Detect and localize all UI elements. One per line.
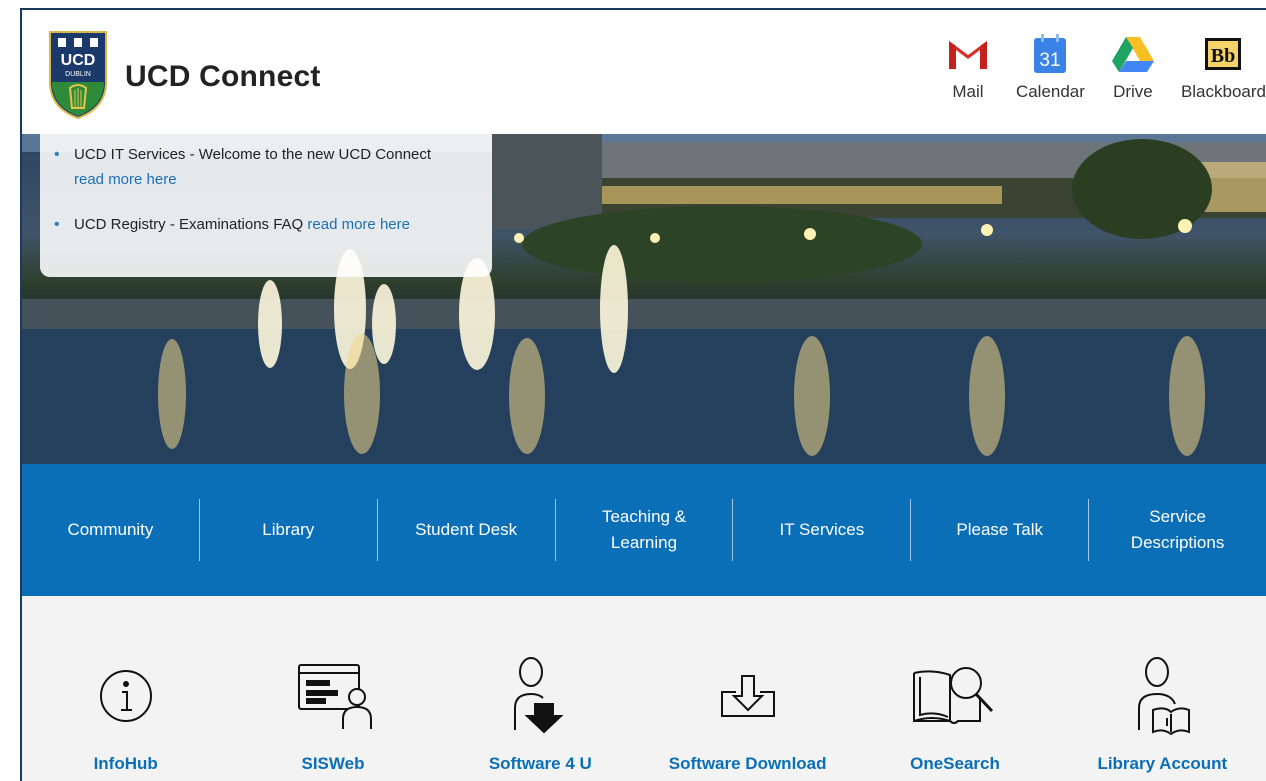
drive-app-link[interactable]: Drive	[1111, 32, 1155, 102]
quick-link-infohub[interactable]: InfoHub	[22, 596, 229, 781]
blackboard-icon: Bb	[1201, 32, 1245, 76]
news-item-text: UCD IT Services - Welcome to the new UCD…	[74, 146, 432, 163]
quick-links: InfoHub SISWeb Software 4 U Software Dow…	[22, 596, 1266, 781]
calendar-label: Calendar	[1015, 82, 1085, 101]
calendar-icon: 31	[1028, 32, 1072, 76]
site-title: UCD Connect	[125, 60, 321, 93]
quick-link-software-download[interactable]: Software Download	[644, 596, 851, 781]
quick-link-label: InfoHub	[93, 754, 158, 773]
book-search-icon	[910, 656, 1000, 736]
info-icon	[81, 656, 171, 736]
quick-link-software-4-u[interactable]: Software 4 U	[437, 596, 644, 781]
news-item: UCD IT Services - Welcome to the new UCD…	[54, 142, 474, 192]
blackboard-badge: Bb	[1211, 45, 1235, 67]
news-list: UCD IT Services - Welcome to the new UCD…	[54, 142, 474, 237]
site-header: UCD DUBLIN UCD Connect Mail 31 Calendar …	[22, 10, 1266, 134]
nav-student-desk[interactable]: Student Desk	[378, 499, 556, 561]
calendar-app-link[interactable]: 31 Calendar	[1016, 32, 1085, 102]
nav-service-descriptions[interactable]: Service Descriptions	[1089, 499, 1266, 561]
news-item: UCD Registry - Examinations FAQ read mor…	[54, 212, 474, 237]
quick-link-label: Software Download	[668, 754, 827, 773]
quick-link-sisweb[interactable]: SISWeb	[229, 596, 436, 781]
nav-library[interactable]: Library	[200, 499, 378, 561]
quick-link-label: OneSearch	[910, 754, 1000, 773]
app-launcher: Mail 31 Calendar Drive Bb Blackboard	[920, 32, 1266, 102]
quick-link-label: SISWeb	[301, 754, 365, 773]
drive-icon	[1111, 32, 1155, 76]
sisweb-icon	[288, 656, 378, 736]
mail-label: Mail	[952, 82, 984, 101]
logo-dublin-text: DUBLIN	[65, 71, 91, 78]
news-item-text: UCD Registry - Examinations FAQ	[74, 216, 304, 233]
nav-service-descriptions-label: Service Descriptions	[1130, 507, 1225, 552]
news-read-more-link[interactable]: read more here	[74, 171, 177, 188]
main-nav: Community Library Student Desk Teaching …	[22, 464, 1266, 596]
drive-label: Drive	[1113, 82, 1153, 101]
nav-it-services[interactable]: IT Services	[733, 499, 912, 561]
blackboard-label: Blackboard	[1180, 82, 1266, 101]
calendar-badge: 31	[1040, 50, 1061, 71]
blackboard-app-link[interactable]: Bb Blackboard	[1181, 32, 1266, 102]
quick-link-library-account[interactable]: Library Account	[1059, 596, 1266, 781]
library-account-icon	[1117, 656, 1207, 736]
mail-app-link[interactable]: Mail	[946, 32, 990, 102]
software-user-icon	[495, 656, 585, 736]
quick-link-onesearch[interactable]: OneSearch	[851, 596, 1058, 781]
nav-community[interactable]: Community	[22, 499, 200, 561]
page-frame: UCD DUBLIN UCD Connect Mail 31 Calendar …	[20, 8, 1266, 781]
logo-ucd-text: UCD	[61, 52, 96, 69]
quick-link-label: Library Account	[1097, 754, 1228, 773]
nav-please-talk[interactable]: Please Talk	[911, 499, 1090, 561]
quick-link-label: Software 4 U	[488, 754, 592, 773]
news-panel: UCD IT Services - Welcome to the new UCD…	[40, 134, 492, 277]
ucd-logo[interactable]: UCD DUBLIN	[48, 30, 108, 120]
nav-teaching-learning-label: Teaching & Learning	[601, 507, 687, 552]
news-read-more-link[interactable]: read more here	[307, 216, 410, 233]
nav-teaching-learning[interactable]: Teaching & Learning	[556, 499, 734, 561]
campus-hero-image: UCD IT Services - Welcome to the new UCD…	[22, 134, 1266, 464]
download-icon	[703, 656, 793, 736]
gmail-icon	[946, 32, 990, 76]
